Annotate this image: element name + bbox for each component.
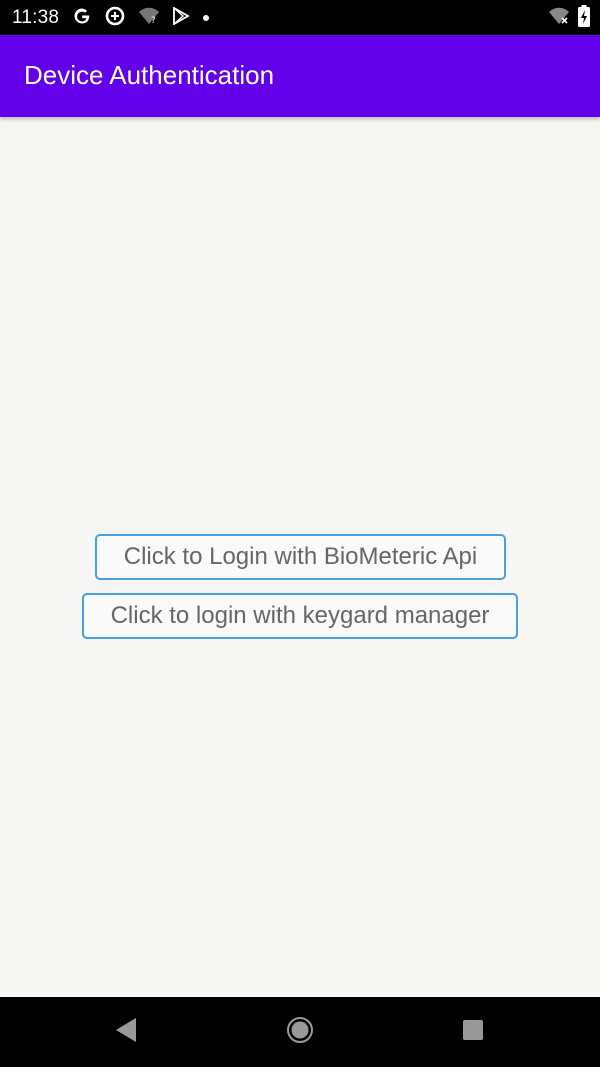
main-content: Click to Login with BioMeteric Api Click…	[0, 117, 600, 997]
wifi-question-icon: ?	[138, 7, 160, 30]
status-time: 11:38	[12, 7, 60, 28]
home-icon	[286, 1016, 314, 1049]
keyguard-login-button[interactable]: Click to login with keygard manager	[82, 593, 518, 639]
recents-icon	[462, 1019, 484, 1046]
wifi-off-icon	[548, 7, 570, 30]
back-button[interactable]	[109, 1015, 143, 1049]
app-bar: Device Authentication	[0, 35, 600, 117]
status-icons-right	[548, 4, 590, 32]
home-button[interactable]	[283, 1015, 317, 1049]
back-icon	[114, 1017, 138, 1048]
data-saver-icon	[104, 5, 126, 32]
biometric-login-button[interactable]: Click to Login with BioMeteric Api	[95, 534, 506, 580]
app-screen: 11:38 ? Device Authentication Click to L…	[0, 0, 600, 1067]
svg-text:?: ?	[151, 16, 156, 25]
battery-charging-icon	[578, 4, 590, 32]
play-store-icon	[172, 5, 190, 30]
status-icons-left: ?	[72, 5, 210, 32]
recents-button[interactable]	[456, 1015, 490, 1049]
notification-dot-icon	[202, 9, 210, 27]
google-icon	[72, 6, 92, 31]
app-title: Device Authentication	[24, 60, 275, 90]
navigation-bar	[0, 997, 600, 1067]
status-bar: 11:38 ?	[0, 0, 600, 35]
